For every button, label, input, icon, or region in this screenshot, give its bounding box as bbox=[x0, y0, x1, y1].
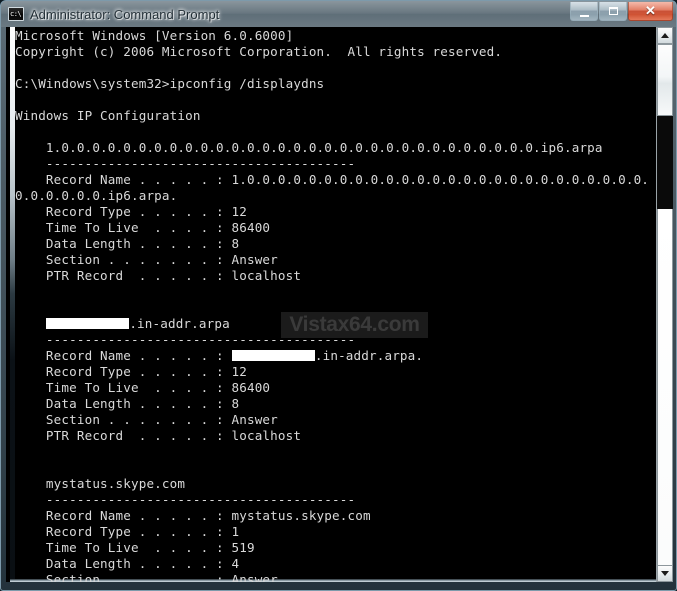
title-bar[interactable]: Administrator: Command Prompt ✕ bbox=[1, 1, 676, 27]
redacted-value bbox=[231, 350, 315, 361]
console-line: Record Name . . . . . : 1.0.0.0.0.0.0.0.… bbox=[15, 172, 650, 187]
console-line: ---------------------------------------- bbox=[15, 332, 356, 347]
console-line: Time To Live . . . . : 519 bbox=[15, 540, 255, 555]
maximize-button[interactable] bbox=[599, 2, 627, 21]
vertical-scrollbar[interactable] bbox=[656, 27, 673, 582]
console-line: Data Length . . . . . : 8 bbox=[15, 236, 240, 251]
console-line: Record Name . . . . . : mystatus.skype.c… bbox=[15, 508, 371, 523]
console-line: 0.0.0.0.0.0.ip6.arpa. bbox=[15, 188, 178, 203]
close-icon: ✕ bbox=[645, 3, 656, 18]
console-line: Microsoft Windows [Version 6.0.6000] bbox=[15, 28, 294, 43]
minimize-icon bbox=[571, 2, 597, 20]
console-line: Record Type . . . . . : 12 bbox=[15, 204, 247, 219]
console-surface[interactable]: Microsoft Windows [Version 6.0.6000] Copy… bbox=[10, 27, 673, 582]
chevron-down-icon bbox=[661, 571, 669, 576]
scrollbar-lower-region[interactable] bbox=[657, 209, 673, 565]
console-line: Time To Live . . . . : 86400 bbox=[15, 380, 271, 395]
console-line: Section . . . . . . . : Answer bbox=[15, 412, 278, 427]
console-line: Section . . . . . . . : Answer bbox=[15, 252, 278, 267]
console-client-area[interactable]: Microsoft Windows [Version 6.0.6000] Copy… bbox=[6, 27, 673, 582]
console-line: PTR Record . . . . . : localhost bbox=[15, 428, 302, 443]
console-line: .in-addr.arpa bbox=[15, 316, 655, 332]
scroll-up-button[interactable] bbox=[657, 27, 673, 44]
scroll-down-button[interactable] bbox=[657, 565, 673, 582]
console-line: Windows IP Configuration bbox=[15, 108, 201, 123]
window-title: Administrator: Command Prompt bbox=[30, 6, 220, 22]
maximize-icon bbox=[600, 2, 626, 20]
console-line: Record Type . . . . . : 12 bbox=[15, 364, 247, 379]
minimize-button[interactable] bbox=[570, 2, 598, 21]
console-text-run: .in-addr.arpa. bbox=[314, 348, 424, 363]
console-line: Section . . . . . . . : Answer bbox=[15, 572, 278, 582]
console-icon bbox=[8, 7, 24, 21]
console-line: C:\Windows\system32>ipconfig /displaydns bbox=[15, 76, 325, 91]
console-output: Microsoft Windows [Version 6.0.6000] Copy… bbox=[15, 28, 655, 582]
console-line: Time To Live . . . . : 86400 bbox=[15, 220, 271, 235]
console-line: Record Type . . . . . : 1 bbox=[15, 524, 240, 539]
console-line: PTR Record . . . . . : localhost bbox=[15, 268, 302, 283]
console-line: Record Name . . . . . : .in-addr.arpa. bbox=[15, 348, 655, 364]
console-line: Data Length . . . . . : 4 bbox=[15, 556, 240, 571]
console-line: mystatus.skype.com bbox=[15, 476, 186, 491]
console-text-run bbox=[15, 316, 46, 331]
scrollbar-thumb[interactable] bbox=[657, 44, 673, 116]
console-line: ---------------------------------------- bbox=[15, 156, 356, 171]
console-text-run: .in-addr.arpa bbox=[129, 316, 230, 331]
console-line: 1.0.0.0.0.0.0.0.0.0.0.0.0.0.0.0.0.0.0.0.… bbox=[15, 140, 603, 155]
scrollbar-track[interactable] bbox=[657, 44, 673, 565]
console-text-run: Record Name . . . . . : bbox=[15, 348, 232, 363]
close-button[interactable]: ✕ bbox=[628, 2, 673, 21]
console-line: Data Length . . . . . : 8 bbox=[15, 396, 240, 411]
redacted-value bbox=[45, 318, 130, 329]
console-line: Copyright (c) 2006 Microsoft Corporation… bbox=[15, 44, 503, 59]
caption-buttons: ✕ bbox=[569, 2, 673, 22]
title-bar-left: Administrator: Command Prompt bbox=[8, 4, 219, 24]
console-line: ---------------------------------------- bbox=[15, 492, 356, 507]
command-prompt-window: Administrator: Command Prompt ✕ Microsof… bbox=[0, 0, 677, 591]
chevron-up-icon bbox=[661, 33, 669, 38]
